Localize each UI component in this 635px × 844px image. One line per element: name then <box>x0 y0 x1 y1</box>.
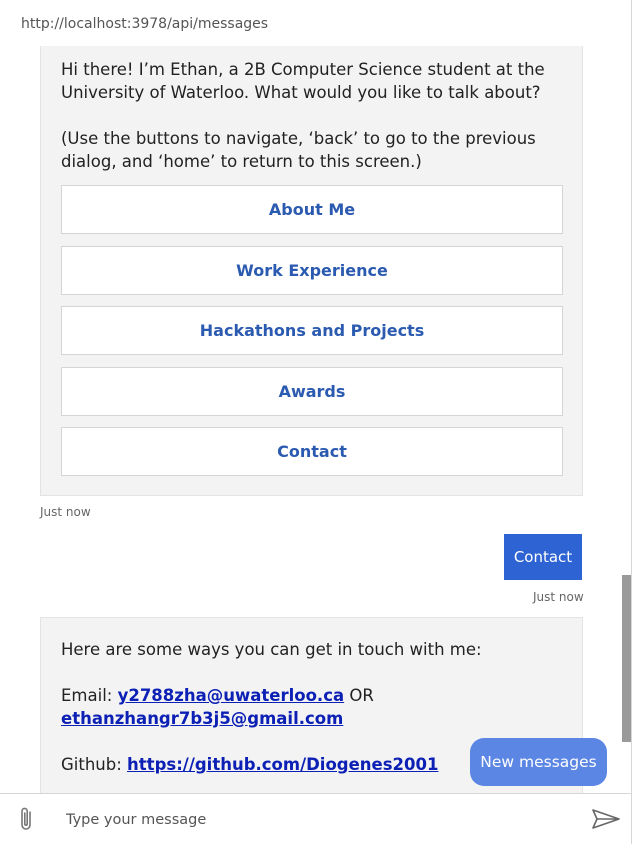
contact-intro: Here are some ways you can get in touch … <box>61 640 482 659</box>
hackathons-projects-button[interactable]: Hackathons and Projects <box>61 306 563 355</box>
scrollbar-thumb[interactable] <box>622 575 631 742</box>
github-link[interactable]: https://github.com/Diogenes2001 <box>127 755 438 774</box>
bot-timestamp: Just now <box>40 505 91 519</box>
bot-message-text: Hi there! I’m Ethan, a 2B Computer Scien… <box>61 58 561 196</box>
composer <box>0 793 631 844</box>
scrollbar-track[interactable] <box>631 0 632 844</box>
awards-button[interactable]: Awards <box>61 367 563 416</box>
message-input[interactable] <box>64 806 568 834</box>
send-icon[interactable] <box>591 807 621 831</box>
new-messages-button[interactable]: New messages <box>470 738 607 786</box>
email-link-gmail[interactable]: ethanzhangr7b3j5@gmail.com <box>61 709 343 728</box>
or-text: OR <box>344 686 374 705</box>
intro-greeting: Hi there! I’m Ethan, a 2B Computer Scien… <box>61 60 545 102</box>
paperclip-icon[interactable] <box>16 806 38 832</box>
email-label: Email: <box>61 686 118 705</box>
contact-button[interactable]: Contact <box>61 427 563 476</box>
contact-emails: Email: y2788zha@uwaterloo.ca OR ethanzhan… <box>61 684 561 730</box>
bot-message-intro: Hi there! I’m Ethan, a 2B Computer Scien… <box>40 46 583 496</box>
user-timestamp: Just now <box>533 590 584 604</box>
user-message: Contact <box>504 534 582 580</box>
intro-instructions: (Use the buttons to navigate, ‘back’ to … <box>61 129 536 171</box>
url-bar: http://localhost:3978/api/messages <box>21 16 269 32</box>
email-link-uwaterloo[interactable]: y2788zha@uwaterloo.ca <box>118 686 345 705</box>
chat-window: http://localhost:3978/api/messages Hi th… <box>0 0 635 844</box>
github-label: Github: <box>61 755 128 774</box>
work-experience-button[interactable]: Work Experience <box>61 246 563 295</box>
about-me-button[interactable]: About Me <box>61 185 563 234</box>
